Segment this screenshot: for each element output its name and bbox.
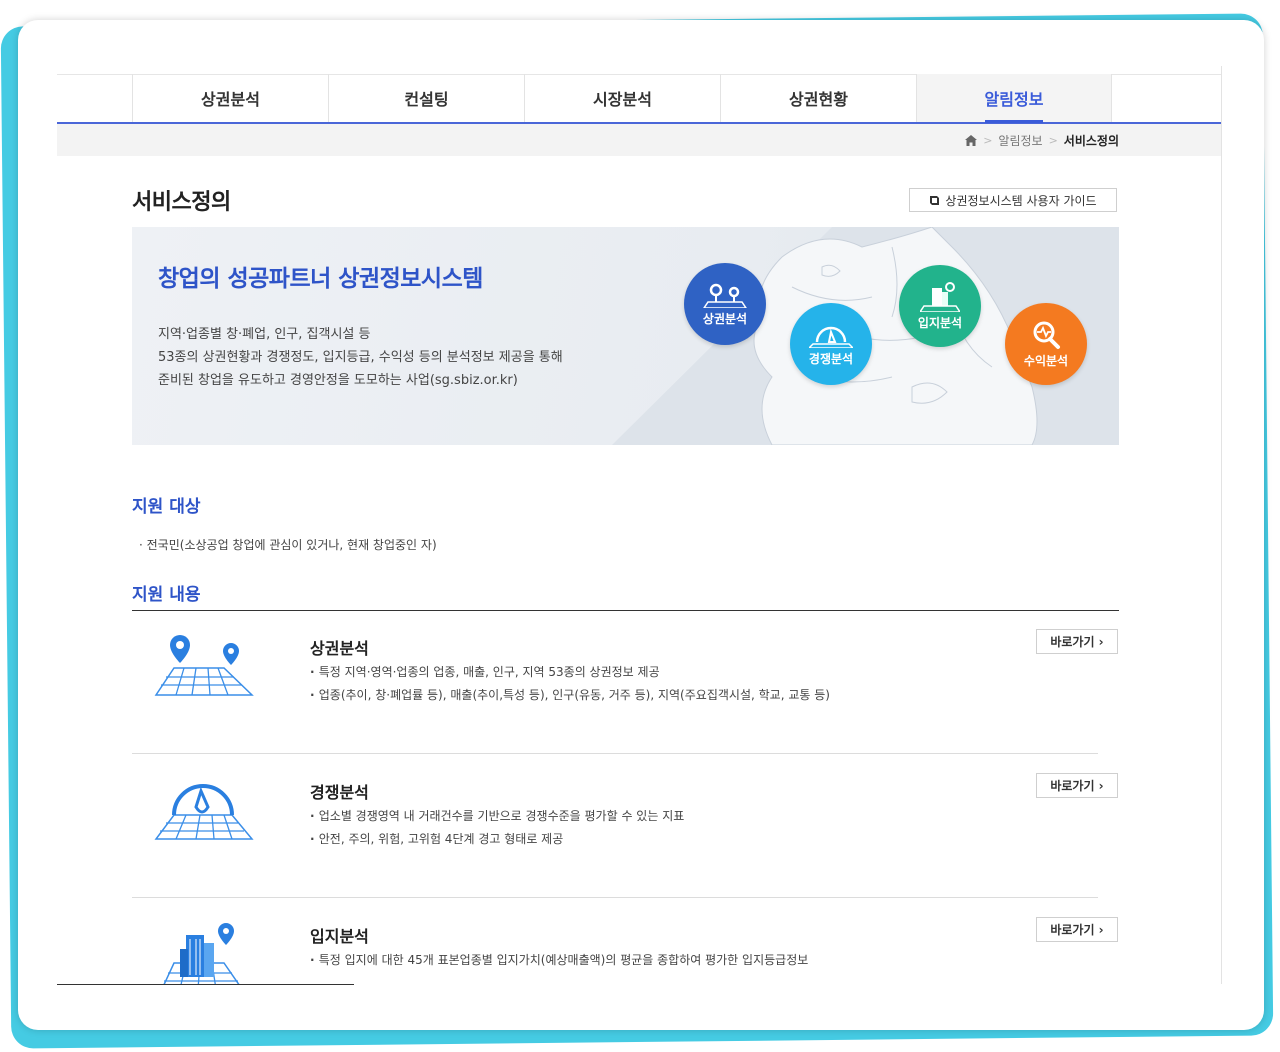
user-guide-button[interactable]: 상권정보시스템 사용자 가이드 [909, 188, 1117, 212]
tab-label: 컨설팅 [404, 90, 449, 109]
browser-viewport: 상권분석 컨설팅 시장분석 상권현황 알림정보 > 알림정보 > 서비스정의 서… [57, 66, 1222, 984]
main-navigation: 상권분석 컨설팅 시장분석 상권현황 알림정보 [57, 74, 1221, 124]
service-banner: 창업의 성공파트너 상권정보시스템 지역·업종별 창·폐업, 인구, 집객시설 … [132, 227, 1119, 445]
tab-label: 시장분석 [593, 90, 652, 109]
service-line: 업소별 경쟁영역 내 거래건수를 기반으로 경쟁수준을 평가할 수 있는 지표 [310, 805, 685, 828]
commercial-analysis-circle: 상권분석 [684, 263, 766, 345]
tab-label: 상권현황 [789, 90, 848, 109]
tab-market-analysis[interactable]: 시장분석 [524, 74, 720, 122]
breadcrumb-bar: > 알림정보 > 서비스정의 [57, 124, 1221, 156]
building-icon [920, 281, 960, 312]
support-content-heading: 지원 내용 [132, 585, 201, 605]
service-line: 특정 지역·영역·업종의 업종, 매출, 인구, 지역 53종의 상권정보 제공 [310, 661, 830, 684]
service-name: 입지분석 [310, 927, 369, 946]
service-line: 업종(추이, 창·폐업률 등), 매출(추이,특성 등), 인구(유동, 거주 … [310, 684, 830, 707]
banner-desc-line: 준비된 창업을 유도하고 경영안정을 도모하는 사업(sg.sbiz.or.kr… [158, 373, 518, 388]
item-divider [132, 897, 1098, 898]
service-line: 특정 입지에 대한 45개 표본업종별 입지가치(예상매출액)의 평균을 종합하… [310, 949, 809, 972]
gauge-icon [809, 326, 853, 348]
circle-label: 수익분석 [1023, 353, 1069, 368]
gauge-icon [154, 784, 254, 840]
competition-analysis-circle: 경쟁분석 [790, 303, 872, 385]
service-item-commercial: 상권분석 특정 지역·영역·업종의 업종, 매출, 인구, 지역 53종의 상권… [132, 611, 1118, 754]
tab-notice-info[interactable]: 알림정보 [916, 74, 1112, 123]
circle-label: 상권분석 [702, 311, 748, 326]
support-target-heading: 지원 대상 [132, 497, 201, 517]
go-button[interactable]: 바로가기 › [1036, 917, 1118, 942]
service-description: 업소별 경쟁영역 내 거래건수를 기반으로 경쟁수준을 평가할 수 있는 지표 … [310, 805, 685, 851]
banner-description: 지역·업종별 창·폐업, 인구, 집객시설 등 53종의 상권현황과 경쟁정도,… [158, 323, 563, 392]
service-line: 안전, 주의, 위험, 고위험 4단계 경고 형태로 제공 [310, 828, 684, 851]
go-button[interactable]: 바로가기 › [1036, 773, 1118, 798]
service-name: 경쟁분석 [310, 783, 369, 802]
circle-label: 경쟁분석 [808, 351, 854, 366]
tab-label: 상권분석 [201, 90, 260, 109]
breadcrumb-parent[interactable]: 알림정보 [998, 132, 1042, 149]
breadcrumb-separator: > [983, 134, 993, 147]
banner-desc-line: 지역·업종별 창·폐업, 인구, 집객시설 등 [158, 327, 371, 342]
user-guide-label: 상권정보시스템 사용자 가이드 [945, 193, 1097, 208]
service-name: 상권분석 [310, 639, 369, 658]
tab-label: 알림정보 [984, 86, 1044, 123]
go-button[interactable]: 바로가기 › [1036, 629, 1118, 654]
map-pin-icon [154, 635, 254, 696]
book-icon [930, 195, 940, 205]
tab-commercial-status[interactable]: 상권현황 [720, 74, 916, 122]
location-analysis-circle: 입지분석 [899, 265, 981, 347]
support-target-value: 전국민(소상공업 창업에 관심이 있거나, 현재 창업중인 자) [146, 538, 437, 552]
banner-title: 창업의 성공파트너 상권정보시스템 [158, 266, 483, 292]
service-item-competition: 경쟁분석 업소별 경쟁영역 내 거래건수를 기반으로 경쟁수준을 평가할 수 있… [132, 755, 1118, 898]
breadcrumb: > 알림정보 > 서비스정의 [965, 132, 1119, 149]
tab-commercial-analysis[interactable]: 상권분석 [132, 74, 328, 122]
circle-label: 입지분석 [917, 315, 963, 330]
breadcrumb-current: 서비스정의 [1063, 134, 1119, 148]
service-description: 특정 입지에 대한 45개 표본업종별 입지가치(예상매출액)의 평균을 종합하… [310, 949, 809, 972]
service-description: 특정 지역·영역·업종의 업종, 매출, 인구, 지역 53종의 상권정보 제공… [310, 661, 830, 707]
tab-consulting[interactable]: 컨설팅 [328, 74, 524, 122]
map-pin-icon [703, 283, 747, 308]
page-title: 서비스정의 [132, 190, 231, 215]
profit-analysis-circle: 수익분석 [1005, 303, 1087, 385]
breadcrumb-separator: > [1048, 134, 1058, 147]
banner-desc-line: 53종의 상권현황과 경쟁정도, 입지등급, 수익성 등의 분석정보 제공을 통… [158, 350, 563, 365]
home-icon[interactable] [965, 135, 978, 146]
magnifier-chart-icon [1033, 321, 1060, 349]
support-target-text: · 전국민(소상공업 창업에 관심이 있거나, 현재 창업중인 자) [139, 538, 437, 552]
item-divider [132, 753, 1098, 754]
building-icon [163, 923, 240, 984]
service-item-location: 입지분석 특정 입지에 대한 45개 표본업종별 입지가치(예상매출액)의 평균… [132, 899, 1118, 984]
bottom-divider [57, 984, 354, 985]
